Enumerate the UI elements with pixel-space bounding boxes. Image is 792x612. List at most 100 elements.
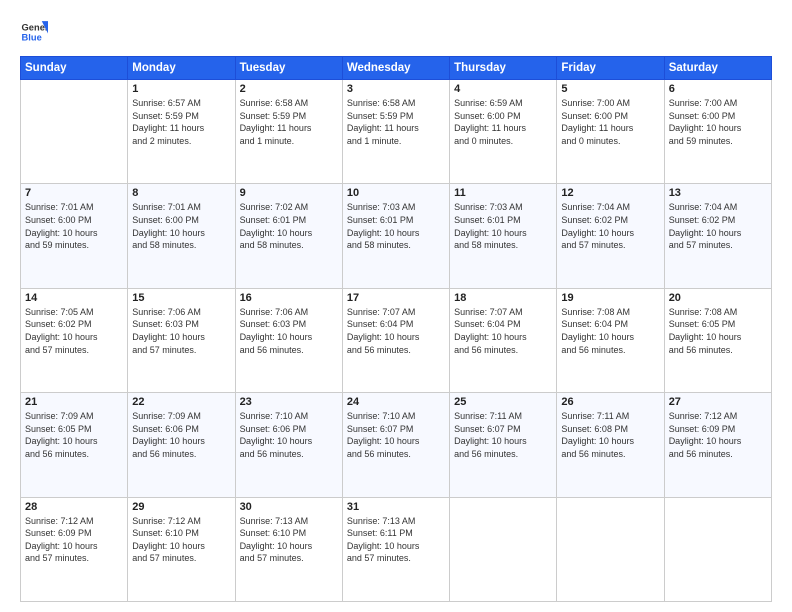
calendar-cell: 21 Sunrise: 7:09 AMSunset: 6:05 PMDayligh… [21,393,128,497]
calendar-cell: 18 Sunrise: 7:07 AMSunset: 6:04 PMDayligh… [450,288,557,392]
day-info: Sunrise: 7:08 AMSunset: 6:05 PMDaylight:… [669,306,767,356]
day-number: 13 [669,187,767,199]
day-number: 29 [132,501,230,513]
calendar-cell: 11 Sunrise: 7:03 AMSunset: 6:01 PMDayligh… [450,184,557,288]
day-info: Sunrise: 7:00 AMSunset: 6:00 PMDaylight:… [669,97,767,147]
day-info: Sunrise: 7:09 AMSunset: 6:05 PMDaylight:… [25,410,123,460]
day-number: 30 [240,501,338,513]
weekday-header-saturday: Saturday [664,57,771,80]
calendar-week-row: 14 Sunrise: 7:05 AMSunset: 6:02 PMDayligh… [21,288,772,392]
calendar-cell: 5 Sunrise: 7:00 AMSunset: 6:00 PMDaylight… [557,80,664,184]
day-number: 11 [454,187,552,199]
calendar-cell: 23Sunrise: 7:10 AMSunset: 6:06 PMDayligh… [235,393,342,497]
day-info: Sunrise: 7:03 AMSunset: 6:01 PMDaylight:… [347,201,445,251]
calendar-cell: 27 Sunrise: 7:12 AMSunset: 6:09 PMDayligh… [664,393,771,497]
day-number: 28 [25,501,123,513]
logo-icon: General Blue [20,18,48,46]
calendar-cell: 16 Sunrise: 7:06 AMSunset: 6:03 PMDayligh… [235,288,342,392]
day-info: Sunrise: 7:12 AMSunset: 6:09 PMDaylight:… [669,410,767,460]
day-info: Sunrise: 6:59 AMSunset: 6:00 PMDaylight:… [454,97,552,147]
day-number: 27 [669,396,767,408]
calendar-cell [450,497,557,601]
day-info: Sunrise: 7:10 AMSunset: 6:06 PMDaylight:… [240,410,338,460]
calendar-cell: 29 Sunrise: 7:12 AMSunset: 6:10 PMDayligh… [128,497,235,601]
svg-text:Blue: Blue [22,33,42,43]
day-info: Sunrise: 7:00 AMSunset: 6:00 PMDaylight:… [561,97,659,147]
header: General Blue [20,18,772,46]
day-number: 21 [25,396,123,408]
day-info: Sunrise: 7:10 AMSunset: 6:07 PMDaylight:… [347,410,445,460]
calendar-week-row: 1 Sunrise: 6:57 AMSunset: 5:59 PMDaylight… [21,80,772,184]
calendar-cell: 26 Sunrise: 7:11 AMSunset: 6:08 PMDayligh… [557,393,664,497]
day-info: Sunrise: 6:58 AMSunset: 5:59 PMDaylight:… [347,97,445,147]
day-number: 12 [561,187,659,199]
day-number: 18 [454,292,552,304]
calendar-cell: 2 Sunrise: 6:58 AMSunset: 5:59 PMDaylight… [235,80,342,184]
day-info: Sunrise: 7:04 AMSunset: 6:02 PMDaylight:… [561,201,659,251]
day-number: 6 [669,83,767,95]
day-number: 1 [132,83,230,95]
day-number: 24 [347,396,445,408]
calendar-cell: 25 Sunrise: 7:11 AMSunset: 6:07 PMDayligh… [450,393,557,497]
calendar-cell [21,80,128,184]
calendar-cell: 13 Sunrise: 7:04 AMSunset: 6:02 PMDayligh… [664,184,771,288]
day-info: Sunrise: 7:07 AMSunset: 6:04 PMDaylight:… [347,306,445,356]
calendar-table: SundayMondayTuesdayWednesdayThursdayFrid… [20,56,772,602]
weekday-header-wednesday: Wednesday [342,57,449,80]
day-info: Sunrise: 7:13 AMSunset: 6:11 PMDaylight:… [347,515,445,565]
calendar-cell: 8Sunrise: 7:01 AMSunset: 6:00 PMDaylight… [128,184,235,288]
weekday-header-row: SundayMondayTuesdayWednesdayThursdayFrid… [21,57,772,80]
day-info: Sunrise: 7:05 AMSunset: 6:02 PMDaylight:… [25,306,123,356]
day-number: 17 [347,292,445,304]
calendar-cell: 24 Sunrise: 7:10 AMSunset: 6:07 PMDayligh… [342,393,449,497]
day-number: 16 [240,292,338,304]
day-info: Sunrise: 7:06 AMSunset: 6:03 PMDaylight:… [132,306,230,356]
day-info: Sunrise: 7:08 AMSunset: 6:04 PMDaylight:… [561,306,659,356]
day-number: 31 [347,501,445,513]
calendar-cell: 14 Sunrise: 7:05 AMSunset: 6:02 PMDayligh… [21,288,128,392]
day-number: 15 [132,292,230,304]
logo: General Blue [20,18,48,46]
day-number: 20 [669,292,767,304]
day-info: Sunrise: 7:09 AMSunset: 6:06 PMDaylight:… [132,410,230,460]
calendar-cell: 17 Sunrise: 7:07 AMSunset: 6:04 PMDayligh… [342,288,449,392]
calendar-cell: 19Sunrise: 7:08 AMSunset: 6:04 PMDayligh… [557,288,664,392]
day-info: Sunrise: 7:02 AMSunset: 6:01 PMDaylight:… [240,201,338,251]
calendar-cell: 20 Sunrise: 7:08 AMSunset: 6:05 PMDayligh… [664,288,771,392]
day-info: Sunrise: 7:03 AMSunset: 6:01 PMDaylight:… [454,201,552,251]
calendar-cell [664,497,771,601]
day-number: 25 [454,396,552,408]
weekday-header-tuesday: Tuesday [235,57,342,80]
day-number: 3 [347,83,445,95]
day-info: Sunrise: 7:01 AMSunset: 6:00 PMDaylight:… [132,201,230,251]
day-info: Sunrise: 7:07 AMSunset: 6:04 PMDaylight:… [454,306,552,356]
calendar-cell: 15 Sunrise: 7:06 AMSunset: 6:03 PMDayligh… [128,288,235,392]
page: General Blue SundayMondayTuesdayWednesda… [0,0,792,612]
day-info: Sunrise: 7:11 AMSunset: 6:08 PMDaylight:… [561,410,659,460]
day-info: Sunrise: 7:04 AMSunset: 6:02 PMDaylight:… [669,201,767,251]
day-info: Sunrise: 7:13 AMSunset: 6:10 PMDaylight:… [240,515,338,565]
day-info: Sunrise: 6:58 AMSunset: 5:59 PMDaylight:… [240,97,338,147]
weekday-header-monday: Monday [128,57,235,80]
calendar-cell: 6 Sunrise: 7:00 AMSunset: 6:00 PMDaylight… [664,80,771,184]
day-number: 2 [240,83,338,95]
calendar-cell: 30 Sunrise: 7:13 AMSunset: 6:10 PMDayligh… [235,497,342,601]
day-number: 5 [561,83,659,95]
calendar-cell: 9Sunrise: 7:02 AMSunset: 6:01 PMDaylight… [235,184,342,288]
day-number: 22 [132,396,230,408]
calendar-cell: 10Sunrise: 7:03 AMSunset: 6:01 PMDayligh… [342,184,449,288]
calendar-cell: 31 Sunrise: 7:13 AMSunset: 6:11 PMDayligh… [342,497,449,601]
day-number: 7 [25,187,123,199]
day-info: Sunrise: 7:11 AMSunset: 6:07 PMDaylight:… [454,410,552,460]
day-number: 14 [25,292,123,304]
calendar-cell: 7 Sunrise: 7:01 AMSunset: 6:00 PMDaylight… [21,184,128,288]
day-info: Sunrise: 7:01 AMSunset: 6:00 PMDaylight:… [25,201,123,251]
day-info: Sunrise: 7:12 AMSunset: 6:09 PMDaylight:… [25,515,123,565]
calendar-cell: 28 Sunrise: 7:12 AMSunset: 6:09 PMDayligh… [21,497,128,601]
day-info: Sunrise: 7:06 AMSunset: 6:03 PMDaylight:… [240,306,338,356]
day-number: 26 [561,396,659,408]
calendar-cell: 12 Sunrise: 7:04 AMSunset: 6:02 PMDayligh… [557,184,664,288]
day-info: Sunrise: 6:57 AMSunset: 5:59 PMDaylight:… [132,97,230,147]
calendar-cell: 1 Sunrise: 6:57 AMSunset: 5:59 PMDaylight… [128,80,235,184]
day-info: Sunrise: 7:12 AMSunset: 6:10 PMDaylight:… [132,515,230,565]
